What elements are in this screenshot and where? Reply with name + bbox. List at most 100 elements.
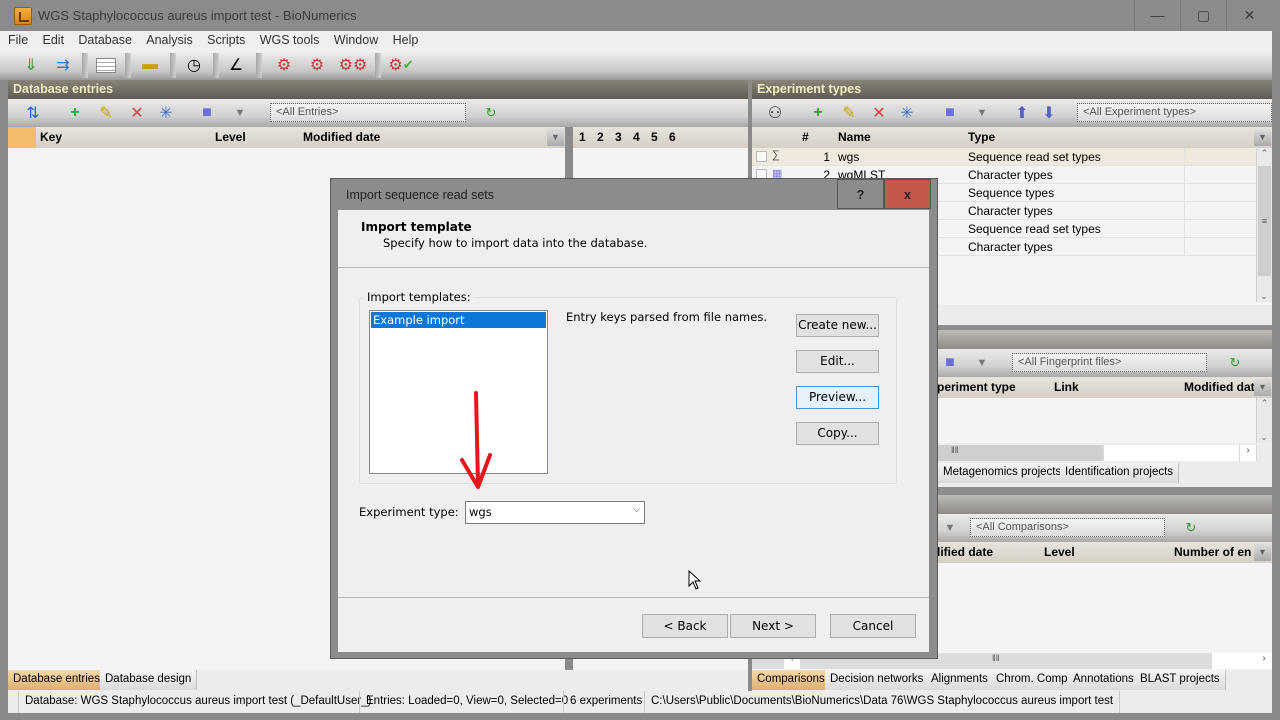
dialog-close-button[interactable]: x: [884, 179, 931, 209]
more-dropdown-icon[interactable]: ▼: [969, 352, 995, 374]
minimize-button[interactable]: —: [1134, 0, 1180, 31]
cube-icon[interactable]: ■: [937, 102, 963, 124]
column-type[interactable]: Type: [968, 130, 995, 144]
add-entry-icon[interactable]: +: [62, 102, 88, 124]
refresh-icon[interactable]: ↻: [1222, 352, 1248, 374]
menu-analysis[interactable]: Analysis: [146, 31, 193, 49]
column-number-of-entries[interactable]: Number of en: [1174, 545, 1251, 559]
status-bar: Database: WGS Staphylococcus aureus impo…: [8, 691, 1272, 713]
column-options-icon[interactable]: ▼: [1254, 544, 1271, 561]
exp-col-5[interactable]: 5: [651, 130, 658, 144]
tab-database-design[interactable]: Database design: [100, 670, 198, 690]
import-arrow-icon[interactable]: ⇉: [50, 54, 76, 76]
cancel-button[interactable]: Cancel: [830, 614, 916, 638]
status-experiments: 6 experiments: [563, 691, 648, 713]
column-number[interactable]: #: [802, 130, 809, 144]
exp-col-1[interactable]: 1: [579, 130, 586, 144]
column-modified-date[interactable]: lified date: [937, 545, 993, 559]
column-options-icon[interactable]: ▼: [1254, 379, 1271, 396]
column-name[interactable]: Name: [838, 130, 871, 144]
more-dropdown-icon[interactable]: ▼: [937, 517, 963, 539]
clock-icon[interactable]: ◷: [181, 54, 207, 76]
experiment-type-row[interactable]: ∑ 1 wgs Sequence read set types: [752, 148, 1256, 166]
import-entries-icon[interactable]: ⇓: [18, 54, 44, 76]
menu-edit[interactable]: Edit: [43, 31, 65, 49]
move-up-icon[interactable]: ⬆: [1009, 102, 1035, 124]
fingerprint-filter[interactable]: <All Fingerprint files>: [1012, 353, 1207, 372]
column-key[interactable]: Key: [40, 130, 62, 144]
gear-out-icon[interactable]: ⚙: [304, 54, 330, 76]
main-toolbar: ⇓ ⇉ ▬ ◷ ∠ ⚙ ⚙ ⚙⚙ ⚙ ✔: [0, 51, 1272, 80]
tab-identification-projects[interactable]: Identification projects: [1060, 463, 1180, 483]
row-checkbox[interactable]: [756, 151, 767, 162]
tab-comparisons[interactable]: Comparisons: [752, 670, 831, 690]
exp-col-3[interactable]: 3: [615, 130, 622, 144]
select-icon[interactable]: ✳: [153, 102, 179, 124]
more-dropdown-icon[interactable]: ▼: [969, 102, 995, 124]
binoculars-icon[interactable]: ⚇: [762, 102, 788, 124]
tab-metagenomics-projects[interactable]: Metagenomics projects: [938, 463, 1068, 483]
back-button[interactable]: < Back: [642, 614, 728, 638]
menu-window[interactable]: Window: [334, 31, 378, 49]
select-icon[interactable]: ✳: [894, 102, 920, 124]
row-type: Character types: [968, 240, 1053, 254]
column-level[interactable]: Level: [1044, 545, 1075, 559]
close-window-button[interactable]: ✕: [1226, 0, 1272, 31]
refresh-icon[interactable]: ↻: [478, 102, 504, 124]
tab-annotations[interactable]: Annotations: [1068, 670, 1140, 690]
move-down-icon[interactable]: ⬇: [1036, 102, 1062, 124]
column-experiment-type[interactable]: periment type: [937, 380, 1016, 394]
experiment-types-filter[interactable]: <All Experiment types>: [1077, 103, 1272, 122]
tab-alignments[interactable]: Alignments: [926, 670, 994, 690]
plugin-icon[interactable]: ▬: [137, 54, 163, 76]
next-button[interactable]: Next >: [730, 614, 816, 638]
gears-icon[interactable]: ⚙⚙: [339, 54, 368, 76]
experiment-types-scrollbar[interactable]: ⌃ ≡ ⌄: [1256, 148, 1272, 302]
entry-info-icon[interactable]: ⇅: [20, 102, 46, 124]
menu-help[interactable]: Help: [393, 31, 419, 49]
menu-scripts[interactable]: Scripts: [207, 31, 245, 49]
row-name: wgs: [838, 150, 860, 164]
column-link[interactable]: Link: [1054, 380, 1079, 394]
more-dropdown-icon[interactable]: ▼: [227, 102, 253, 124]
refresh-icon[interactable]: ↻: [1178, 517, 1204, 539]
cube-icon[interactable]: ■: [194, 102, 220, 124]
menu-wgs-tools[interactable]: WGS tools: [260, 31, 320, 49]
delete-experiment-icon[interactable]: ✕: [866, 102, 892, 124]
edit-experiment-icon[interactable]: ✎: [836, 102, 862, 124]
gear-check-icon[interactable]: ⚙ ✔: [388, 54, 414, 76]
menu-file[interactable]: File: [8, 31, 28, 49]
column-options-icon[interactable]: ▼: [1254, 129, 1271, 146]
fingerprint-vscrollbar[interactable]: ⌃ ⌄: [1256, 398, 1272, 443]
experiment-type-select[interactable]: wgs ⌵: [465, 501, 645, 524]
tab-decision-networks[interactable]: Decision networks: [825, 670, 930, 690]
entries-filter[interactable]: <All Entries>: [270, 103, 466, 122]
preview-button[interactable]: Preview...: [796, 386, 879, 409]
comparisons-filter[interactable]: <All Comparisons>: [970, 518, 1165, 537]
create-new-button[interactable]: Create new...: [796, 314, 879, 337]
spreadsheet-icon[interactable]: [93, 54, 119, 76]
exp-col-6[interactable]: 6: [669, 130, 676, 144]
exp-col-4[interactable]: 4: [633, 130, 640, 144]
edit-entry-icon[interactable]: ✎: [93, 102, 119, 124]
edit-button[interactable]: Edit...: [796, 350, 879, 373]
add-experiment-icon[interactable]: +: [805, 102, 831, 124]
tab-database-entries[interactable]: Database entries: [8, 670, 106, 690]
cube-icon[interactable]: ■: [937, 352, 963, 374]
help-button[interactable]: ?: [837, 179, 884, 209]
row-type: Sequence types: [968, 186, 1055, 200]
column-modified-date[interactable]: Modified dat: [1184, 380, 1255, 394]
template-item[interactable]: Example import: [371, 312, 546, 328]
delete-entry-icon[interactable]: ✕: [124, 102, 150, 124]
tab-blast-projects[interactable]: BLAST projects: [1135, 670, 1226, 690]
tab-chrom-comp[interactable]: Chrom. Comp.: [991, 670, 1077, 690]
curve-chart-icon[interactable]: ∠: [223, 54, 249, 76]
column-level[interactable]: Level: [215, 130, 246, 144]
gear-in-icon[interactable]: ⚙: [271, 54, 297, 76]
exp-col-2[interactable]: 2: [597, 130, 604, 144]
maximize-button[interactable]: ▢: [1180, 0, 1226, 31]
menu-database[interactable]: Database: [78, 31, 132, 49]
copy-button[interactable]: Copy...: [796, 422, 879, 445]
column-options-icon[interactable]: ▼: [547, 129, 564, 146]
column-modified-date[interactable]: Modified date: [303, 130, 380, 144]
